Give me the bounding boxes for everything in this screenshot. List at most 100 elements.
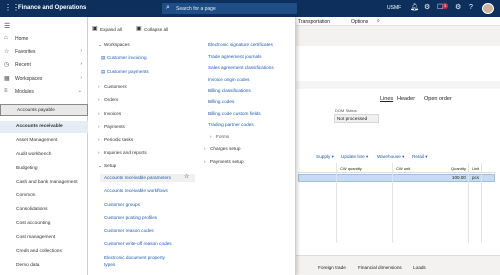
app-title[interactable]: Finance and Operations (18, 5, 86, 11)
link-customer-groups[interactable]: Customer groups (104, 202, 140, 208)
menu-warehouse[interactable]: Warehouse ▾ (377, 154, 404, 160)
section-orders[interactable]: › Orders (98, 97, 118, 103)
link-billing-code-custom-fields[interactable]: Billing code custom fields (208, 111, 261, 117)
list-icon: ≡ (4, 88, 8, 94)
link-trading-partner-codes[interactable]: Trading partner codes (208, 122, 254, 128)
search-box[interactable]: ⌕ Search for a page (162, 3, 297, 14)
section-periodic-tasks[interactable]: › Periodic tasks (98, 137, 133, 143)
background-page: Transportation Options ⌕ Lines Header Op… (296, 17, 500, 275)
section-charges-setup[interactable]: › Charges setup (204, 146, 241, 152)
expand-all-icon[interactable]: ▣ (92, 26, 98, 32)
module-cost-management[interactable]: Cost management (0, 232, 88, 244)
col-cw-quantity[interactable]: CW quantity (340, 166, 362, 171)
link-ar-workflows[interactable]: Accounts receivable workflows (104, 188, 168, 194)
link-customer-write-off-reason-codes[interactable]: Customer write-off reason codes (104, 241, 172, 247)
module-demo-data[interactable]: Demo data (0, 260, 88, 272)
notification-badge: 3 (442, 3, 448, 9)
chevron-right-icon: › (80, 48, 82, 54)
section-customers[interactable]: › Customers (98, 84, 127, 90)
menu-icon[interactable]: ☰ (4, 22, 10, 30)
search-icon: ⌕ (166, 4, 170, 11)
tab-open-order[interactable]: Open order (424, 96, 452, 102)
dom-status-value: Not processed (337, 116, 368, 121)
dom-status-label: DOM Status (335, 108, 357, 113)
col-unit[interactable]: Unit (472, 166, 479, 171)
clock-icon: ◷ (4, 62, 10, 68)
tab-header[interactable]: Header (397, 96, 415, 102)
link-electronic-document-property-types[interactable]: Electronic document property (104, 255, 165, 261)
workspaces-icon: ▦ (4, 76, 10, 82)
star-icon[interactable]: ☆ (184, 174, 189, 180)
gear-icon[interactable]: ⚙ (424, 4, 430, 12)
menu-retail[interactable]: Retail ▾ (412, 154, 428, 160)
col-cw-unit[interactable]: CW unit (396, 166, 410, 171)
unit-cell[interactable]: pcs (472, 175, 479, 180)
module-flyout: ▣ Expand all ▣ Collapse all ⌄ Workspaces … (88, 17, 296, 275)
link-electronic-document-property-types-wrap[interactable]: types (104, 262, 115, 268)
action-bar (296, 26, 500, 46)
link-billing-classifications[interactable]: Billing classifications (208, 88, 251, 94)
menu-supply[interactable]: Supply ▾ (316, 154, 334, 160)
chevron-down-icon: ⌄ (77, 88, 82, 94)
col-quantity[interactable]: Quantity (451, 166, 466, 171)
module-accounts-receivable[interactable]: Accounts receivable (0, 121, 88, 133)
link-customer-reason-codes[interactable]: Customer reason codes (104, 228, 154, 234)
tab-foreign-trade[interactable]: Foreign trade (318, 265, 346, 270)
chevron-right-icon: › (80, 61, 82, 67)
top-bar: ⋮⋮ Finance and Operations ⌕ Search for a… (0, 0, 500, 17)
section-workspaces[interactable]: ⌄ Workspaces (98, 42, 130, 48)
section-payments-setup[interactable]: › Payments setup (204, 159, 244, 165)
section-setup[interactable]: ⌄ Setup (98, 163, 116, 169)
module-audit-workbench[interactable]: Audit workbench (0, 149, 88, 161)
nav-modules[interactable]: ≡ Modules ⌄ (0, 86, 88, 98)
module-budgeting[interactable]: Budgeting (0, 163, 88, 175)
avatar[interactable] (482, 3, 494, 14)
company-picker[interactable]: USMF (387, 5, 401, 11)
module-accounts-payable[interactable]: Accounts payable (0, 104, 88, 116)
navigation-pane: ☰ ⌂ Home ☆ Favorites › ◷ Recent › ▦ Work… (0, 17, 88, 275)
settings-icon[interactable]: ⚙ (455, 4, 461, 12)
workspace-icon: ▤ (101, 69, 106, 74)
workspace-icon: ▤ (101, 55, 106, 60)
link-customer-posting-profiles[interactable]: Customer posting profiles (104, 215, 157, 221)
module-asset-management[interactable]: Asset Management (0, 135, 88, 147)
tab-lines[interactable]: Lines (380, 96, 393, 102)
link-electronic-signature-certificates[interactable]: Electronic signature certificates (208, 42, 273, 48)
section-payments[interactable]: › Payments (98, 124, 125, 130)
menu-update-line[interactable]: Update line ▾ (341, 154, 368, 160)
chevron-right-icon: › (80, 75, 82, 81)
collapse-all-button[interactable]: Collapse all (144, 27, 168, 33)
section-invoices[interactable]: › Invoices (98, 111, 121, 117)
nav-home[interactable]: ⌂ Home (0, 33, 88, 45)
module-cost-accounting[interactable]: Cost accounting (0, 218, 88, 230)
quantity-cell[interactable]: 100.00 (452, 175, 466, 180)
tab-loads[interactable]: Loads (413, 265, 426, 270)
expand-all-button[interactable]: Expand all (100, 27, 122, 33)
section-forms[interactable]: › Forms (210, 134, 229, 140)
module-consolidations[interactable]: Consolidations (0, 204, 88, 216)
nav-recent[interactable]: ◷ Recent › (0, 59, 88, 71)
search-placeholder: Search for a page (176, 6, 216, 12)
nav-favorites[interactable]: ☆ Favorites › (0, 46, 88, 58)
module-cash-and-bank[interactable]: Cash and bank management (0, 177, 88, 189)
link-invoice-origin-codes[interactable]: Invoice origin codes (208, 77, 249, 83)
link-billing-codes[interactable]: Billing codes (208, 99, 234, 105)
menu-options[interactable]: Options (351, 19, 368, 25)
nav-workspaces[interactable]: ▦ Workspaces › (0, 73, 88, 85)
module-common[interactable]: Common (0, 190, 88, 202)
workspace-customer-invoicing[interactable]: ▤ Customer invoicing (101, 55, 147, 61)
link-sales-agreement-classifications[interactable]: Sales agreement classifications (208, 65, 274, 71)
module-credit-and-collections[interactable]: Credit and collections (0, 246, 88, 258)
home-icon: ⌂ (4, 35, 8, 41)
link-trade-agreement-journals[interactable]: Trade agreement journals (208, 54, 262, 60)
search-icon[interactable]: ⌕ (377, 18, 380, 24)
section-inquiries-and-reports[interactable]: › Inquiries and reports (98, 150, 147, 156)
tab-financial-dimensions[interactable]: Financial dimensions (358, 265, 402, 270)
help-icon[interactable]: ? (469, 4, 473, 12)
collapse-all-icon[interactable]: ▣ (136, 26, 142, 32)
bell-icon[interactable]: 🔔︎ (410, 4, 419, 12)
workspace-customer-payments[interactable]: ▤ Customer payments (101, 69, 149, 75)
star-icon: ☆ (4, 49, 10, 55)
menu-transportation[interactable]: Transportation (298, 19, 330, 25)
link-ar-parameters[interactable]: Accounts receivable parameters (104, 175, 171, 181)
